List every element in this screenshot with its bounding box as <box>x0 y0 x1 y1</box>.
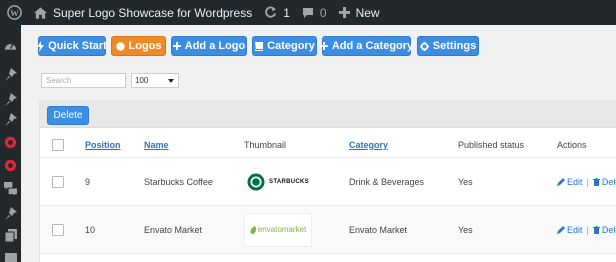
admin-bar: W Super Logo Showcase for Wordpress 1 0 … <box>0 0 616 25</box>
action-separator: | <box>586 224 589 235</box>
logos-table-panel: Delete Position Name Thumbnail Category … <box>39 100 616 262</box>
settings-label: Settings <box>432 40 477 52</box>
pencil-icon <box>557 225 565 234</box>
table-row-partial <box>40 254 616 262</box>
media-icon[interactable] <box>3 250 18 262</box>
quick-start-button[interactable]: Quick Start <box>37 36 107 56</box>
table-header-row: Position Name Thumbnail Category Publish… <box>40 132 616 158</box>
pin-icon[interactable] <box>3 206 18 221</box>
action-separator: | <box>586 176 589 187</box>
admin-sidebar <box>0 25 21 262</box>
svg-text:W: W <box>10 8 19 18</box>
delete-link[interactable]: Delete <box>592 225 616 235</box>
pages-icon[interactable] <box>3 228 18 243</box>
updates-count: 1 <box>283 5 290 20</box>
pin-icon[interactable] <box>3 67 18 82</box>
wordpress-menu[interactable]: W <box>0 0 28 25</box>
logos-label: Logos <box>128 40 162 52</box>
row-checkbox[interactable] <box>52 223 64 236</box>
add-logo-button[interactable]: Add a Logo <box>171 36 247 56</box>
select-all-checkbox-cell <box>52 132 64 157</box>
trash-icon <box>592 225 600 234</box>
row-checkbox[interactable] <box>52 175 64 188</box>
logos-button[interactable]: Logos <box>111 36 166 56</box>
lifebuoy-icon[interactable] <box>3 158 18 173</box>
row-published: Yes <box>458 224 473 235</box>
add-category-label: Add a Category <box>331 40 414 52</box>
row-category: Drink & Beverages <box>349 176 425 187</box>
row-name: Envato Market <box>144 224 203 235</box>
row-published: Yes <box>458 176 473 187</box>
comments-link[interactable]: 0 <box>296 0 333 25</box>
add-category-button[interactable]: Add a Category <box>319 36 414 56</box>
plus-icon <box>319 42 328 50</box>
book-icon <box>254 41 264 51</box>
comment-icon <box>302 7 314 19</box>
published-status-column-header: Published status <box>458 139 525 150</box>
category-button[interactable]: Category <box>252 36 317 56</box>
envato-logo-thumbnail: envatomarket <box>244 212 312 247</box>
position-column-header[interactable]: Position <box>85 140 121 150</box>
refresh-icon <box>264 6 277 19</box>
comments-icon[interactable] <box>3 181 18 196</box>
circle-icon <box>115 41 125 51</box>
search-input[interactable] <box>41 73 126 88</box>
site-name-link[interactable]: Super Logo Showcase for Wordpress <box>28 0 258 25</box>
home-icon <box>34 6 47 19</box>
new-content-link[interactable]: New <box>333 0 386 25</box>
new-label: New <box>355 5 380 20</box>
bulk-delete-button[interactable]: Delete <box>47 106 89 125</box>
settings-button[interactable]: Settings <box>417 36 479 56</box>
plus-icon <box>338 7 350 18</box>
row-category: Envato Market <box>349 224 408 235</box>
row-position: 10 <box>85 224 96 235</box>
pin-icon[interactable] <box>3 112 18 127</box>
main-content: Quick Start Logos Add a Logo Category Ad… <box>21 25 616 262</box>
row-name: Starbucks Coffee <box>144 176 213 187</box>
bulk-actions-bar: Delete <box>40 100 616 128</box>
table-row: 9 Starbucks Coffee STARBUCKS Drink & Bev… <box>40 158 616 206</box>
envato-leaf-logo <box>250 225 256 234</box>
starbucks-logo-thumbnail: STARBUCKS <box>244 165 312 199</box>
wordpress-logo-icon: W <box>6 5 22 20</box>
category-column-header[interactable]: Category <box>349 140 388 150</box>
per-page-value: 100 <box>135 76 149 85</box>
envato-wordmark: envatomarket <box>257 225 307 234</box>
dashboard-icon[interactable] <box>3 37 18 52</box>
pencil-icon <box>557 177 565 186</box>
row-position: 9 <box>85 176 91 187</box>
gear-icon <box>419 41 429 51</box>
caret-down-icon <box>168 78 174 83</box>
thumbnail-column-header: Thumbnail <box>244 139 287 150</box>
per-page-select[interactable]: 100 <box>131 73 179 88</box>
comments-count: 0 <box>319 5 327 20</box>
add-logo-label: Add a Logo <box>184 40 246 52</box>
quick-start-label: Quick Start <box>48 40 107 52</box>
site-name: Super Logo Showcase for Wordpress <box>53 5 253 20</box>
table-row: 10 Envato Market envatomarket Envato Mar… <box>40 206 616 254</box>
pin-icon[interactable] <box>3 92 18 107</box>
actions-column-header: Actions <box>557 139 587 150</box>
delete-link[interactable]: Delete <box>592 177 616 187</box>
lightning-icon <box>37 40 45 52</box>
starbucks-siren-logo <box>247 173 265 190</box>
name-column-header[interactable]: Name <box>144 140 169 150</box>
updates-link[interactable]: 1 <box>258 0 296 25</box>
trash-icon <box>592 177 600 186</box>
edit-link[interactable]: Edit <box>557 177 583 187</box>
lifebuoy-icon[interactable] <box>3 135 18 150</box>
starbucks-wordmark: STARBUCKS <box>269 178 309 185</box>
plus-icon <box>172 42 181 50</box>
select-all-checkbox[interactable] <box>52 138 64 151</box>
category-label: Category <box>267 40 315 52</box>
edit-link[interactable]: Edit <box>557 225 583 235</box>
